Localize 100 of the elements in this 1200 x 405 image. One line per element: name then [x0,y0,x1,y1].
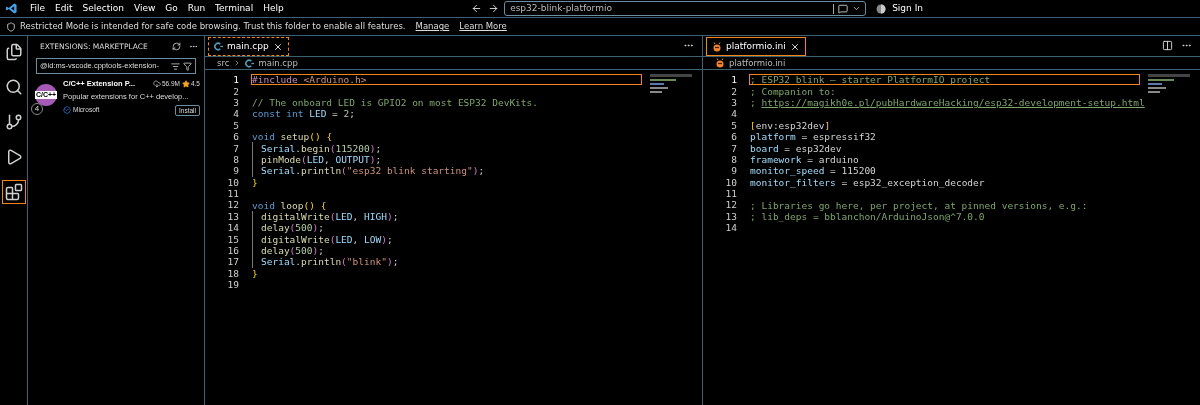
code-line: pinMode(LED, OUTPUT); [261,153,382,165]
menu-item[interactable]: File [25,1,51,16]
app-logo [6,3,17,14]
code-line: #include <Arduino.h> [252,74,367,86]
line-number: 16 [226,245,239,257]
line-number: 8 [232,153,239,165]
clear-filter-icon[interactable] [171,61,180,71]
line-number: 13 [724,210,737,222]
code-line: ; Libraries go here, per project, at pinned versions, e.g.: [750,199,1088,211]
line-number: 6 [232,131,239,143]
shield-icon [6,21,16,32]
filter-icon[interactable] [183,61,192,71]
code-line: ; https://magikh0e.pl/pubHardwareHacking/esp32-development-setup.html [750,97,1145,108]
code-line: delay(500); [261,245,324,257]
refresh-icon[interactable] [172,42,181,51]
breadcrumb-item[interactable]: main.cpp [258,56,298,70]
back-icon[interactable] [471,3,483,14]
code-line: monitor_speed = 115200 [750,165,876,177]
line-number: 12 [226,199,239,211]
code-line: ; Companion to: [750,85,836,97]
split-editor-icon[interactable] [1162,40,1173,51]
code-line: ; ESP32 blink – starter PlatformIO project [750,74,991,86]
chevron-icon[interactable] [852,4,862,13]
line-number: 6 [730,131,737,143]
more-icon[interactable] [189,42,198,51]
code-line: [env:esp32dev] [750,119,831,131]
code-line: monitor_filters = esp32_exception_decoder [750,176,985,188]
menu-item[interactable]: Selection [77,1,129,16]
ant-icon [712,41,722,52]
banner-text: Restricted Mode is intended for safe code browsing. Trust this folder to enable all features. [20,20,406,33]
line-number: 5 [232,119,239,131]
code-line: void loop() { [252,199,327,211]
line-number: 1 [730,74,737,86]
line-number: 12 [724,199,737,211]
forward-icon[interactable] [488,3,500,14]
code-line: Serial.println("esp32 blink starting"); [261,165,485,177]
code-line: Serial.println("blink"); [261,256,399,268]
line-number: 4 [730,108,737,120]
line-number: 1 [232,74,239,86]
line-number: 10 [724,176,737,188]
close-icon[interactable] [272,41,283,52]
files-icon [4,43,23,61]
search-icon [4,78,23,96]
line-number: 7 [232,142,239,154]
code-line: ; lib_deps = bblanchon/ArduinoJson@^7.0.0 [750,210,985,222]
line-number: 14 [724,222,737,234]
download-icon [152,79,161,88]
badge: 4 [31,103,43,115]
minimap-drawing [650,74,692,94]
code-line: void setup() { [252,131,333,143]
star-icon [181,79,190,88]
cpp-file-icon [214,42,223,51]
line-number: 11 [724,188,737,200]
code-line: digitalWrite(LED, LOW); [261,233,393,245]
banner-link[interactable]: Learn More [459,20,507,33]
activity-tab[interactable] [1,180,26,204]
code-line: platform = espressif32 [750,131,876,143]
line-number: 2 [730,85,737,97]
banner-link[interactable]: Manage [415,20,450,33]
chat-icon[interactable] [838,3,849,14]
line-number: 11 [226,188,239,200]
command-center[interactable]: esp32-blink-platformio [504,1,867,16]
line-number: 7 [730,142,737,154]
line-number: 15 [226,233,239,245]
menu-item[interactable]: Help [258,1,289,16]
sign-in-button[interactable]: Sign In [892,1,923,16]
breadcrumb-item[interactable]: src [217,56,230,70]
line-number: 9 [232,165,239,177]
editor-tab[interactable]: main.cpp [208,37,289,56]
line-number: 14 [226,222,239,234]
close-icon[interactable] [789,41,800,52]
line-number: 8 [730,153,737,165]
menu-item[interactable]: View [129,1,161,16]
code-line: // The onboard LED is GPIO2 on most ESP32 DevKits. [252,97,538,108]
line-number: 17 [226,256,239,268]
breadcrumb-item[interactable]: platformio.ini [729,56,786,70]
menu-item[interactable]: Terminal [210,1,259,16]
minimap-drawing [1148,74,1190,94]
cpp-file-icon [245,58,255,68]
code-line: } [252,267,258,279]
extensions-icon [4,183,23,201]
line-number: 2 [232,85,239,97]
line-number: 19 [226,279,239,291]
menu-item[interactable]: Run [182,1,211,16]
code-line: delay(500); [261,222,324,234]
line-number: 9 [730,165,737,177]
link[interactable]: https://magikh0e.pl/pubHardwareHacking/esp32-development-setup.html [761,97,1145,108]
account-icon[interactable] [876,3,887,14]
code-line: board = esp32dev [750,142,842,154]
editor-tab[interactable]: platformio.ini [706,37,806,56]
line-number: 5 [730,119,737,131]
code-line: } [252,176,258,188]
menu-item[interactable]: Go [160,1,183,16]
line-number: 13 [226,210,239,222]
branch-icon [4,113,23,131]
ant-icon [715,58,725,68]
line-number: 3 [232,96,239,108]
code-line: Serial.begin(115200); [261,142,382,154]
code-line: digitalWrite(LED, HIGH); [261,210,399,222]
menu-item[interactable]: Edit [50,1,78,16]
